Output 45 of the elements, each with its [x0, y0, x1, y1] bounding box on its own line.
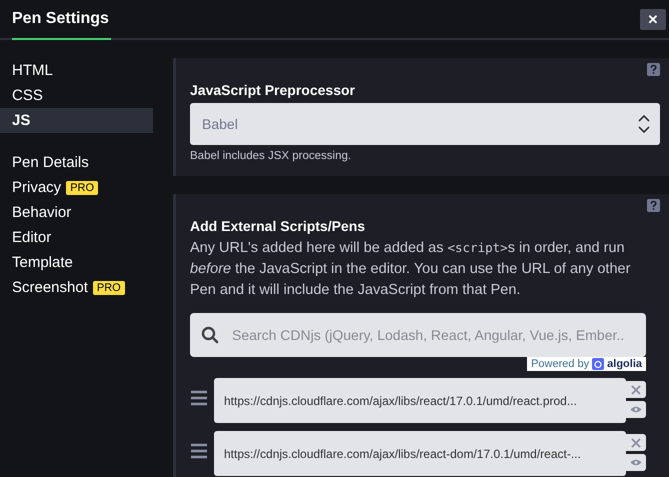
pro-badge: PRO	[92, 280, 125, 294]
sidebar-item[interactable]: Privacy PRO	[0, 175, 153, 200]
sidebar-item[interactable]: Behavior	[0, 200, 153, 225]
sidebar-item-label: Editor	[12, 229, 52, 246]
eye-icon	[630, 406, 642, 413]
description-text: Any URL's added here will be added as <script>s in order, and run before the JavaScript in the editor. You can use the URL of any other Pen and it will include the JavaScript from that Pen.	[190, 239, 632, 300]
script-url-field[interactable]: https://cdnjs.cloudflare.com/ajax/libs/react-dom/17.0.1/umd/react-...	[214, 431, 626, 476]
help-icon[interactable]	[647, 199, 660, 212]
close-icon	[631, 384, 641, 394]
sidebar-item-label: JS	[12, 112, 30, 129]
drag-handle-icon[interactable]	[190, 390, 208, 406]
close-icon	[631, 438, 641, 448]
sidebar-item-label: Privacy	[12, 179, 62, 196]
algolia-attribution[interactable]: Powered by algolia	[527, 357, 646, 371]
close-button[interactable]	[626, 381, 646, 398]
section-title: JavaScript Preprocessor	[190, 82, 356, 98]
eye-icon	[630, 459, 642, 466]
sidebar-item[interactable]: JS	[0, 108, 153, 133]
close-button[interactable]	[626, 434, 646, 451]
sidebar-item-label: Template	[12, 254, 73, 271]
window-title: Pen Settings	[12, 0, 111, 40]
sidebar-item-label: Pen Details	[12, 154, 89, 171]
sidebar-item-label: Screenshot	[12, 279, 88, 296]
sidebar-item[interactable]: Pen Details	[0, 150, 153, 175]
section-title: Add External Scripts/Pens	[190, 218, 366, 234]
chevron-up-down-icon	[638, 114, 650, 134]
sidebar-item[interactable]: Screenshot PRO	[0, 275, 153, 300]
help-icon[interactable]	[647, 63, 660, 76]
sidebar-item-label: CSS	[12, 87, 43, 104]
algolia-logo-icon	[592, 358, 604, 370]
help-text: Babel includes JSX processing.	[190, 150, 352, 162]
script-url-field[interactable]: https://cdnjs.cloudflare.com/ajax/libs/react/17.0.1/umd/react.prod...	[214, 378, 626, 423]
sidebar-item[interactable]: Template	[0, 250, 153, 275]
search-icon	[201, 326, 219, 344]
sidebar-item-label: HTML	[12, 62, 53, 79]
search-field[interactable]: Search CDNjs (jQuery, Lodash, React, Angular, Vue.js, Ember..	[190, 313, 646, 357]
eye-button[interactable]	[626, 454, 646, 471]
pro-badge: PRO	[66, 180, 98, 194]
close-button[interactable]: ✕	[640, 9, 666, 30]
drag-handle-icon[interactable]	[190, 443, 208, 459]
sidebar-item[interactable]: CSS	[0, 83, 153, 108]
sidebar-item[interactable]: HTML	[0, 58, 153, 83]
eye-button[interactable]	[626, 401, 646, 418]
sidebar-item[interactable]: Editor	[0, 225, 153, 250]
sidebar-item-label: Behavior	[12, 204, 72, 221]
